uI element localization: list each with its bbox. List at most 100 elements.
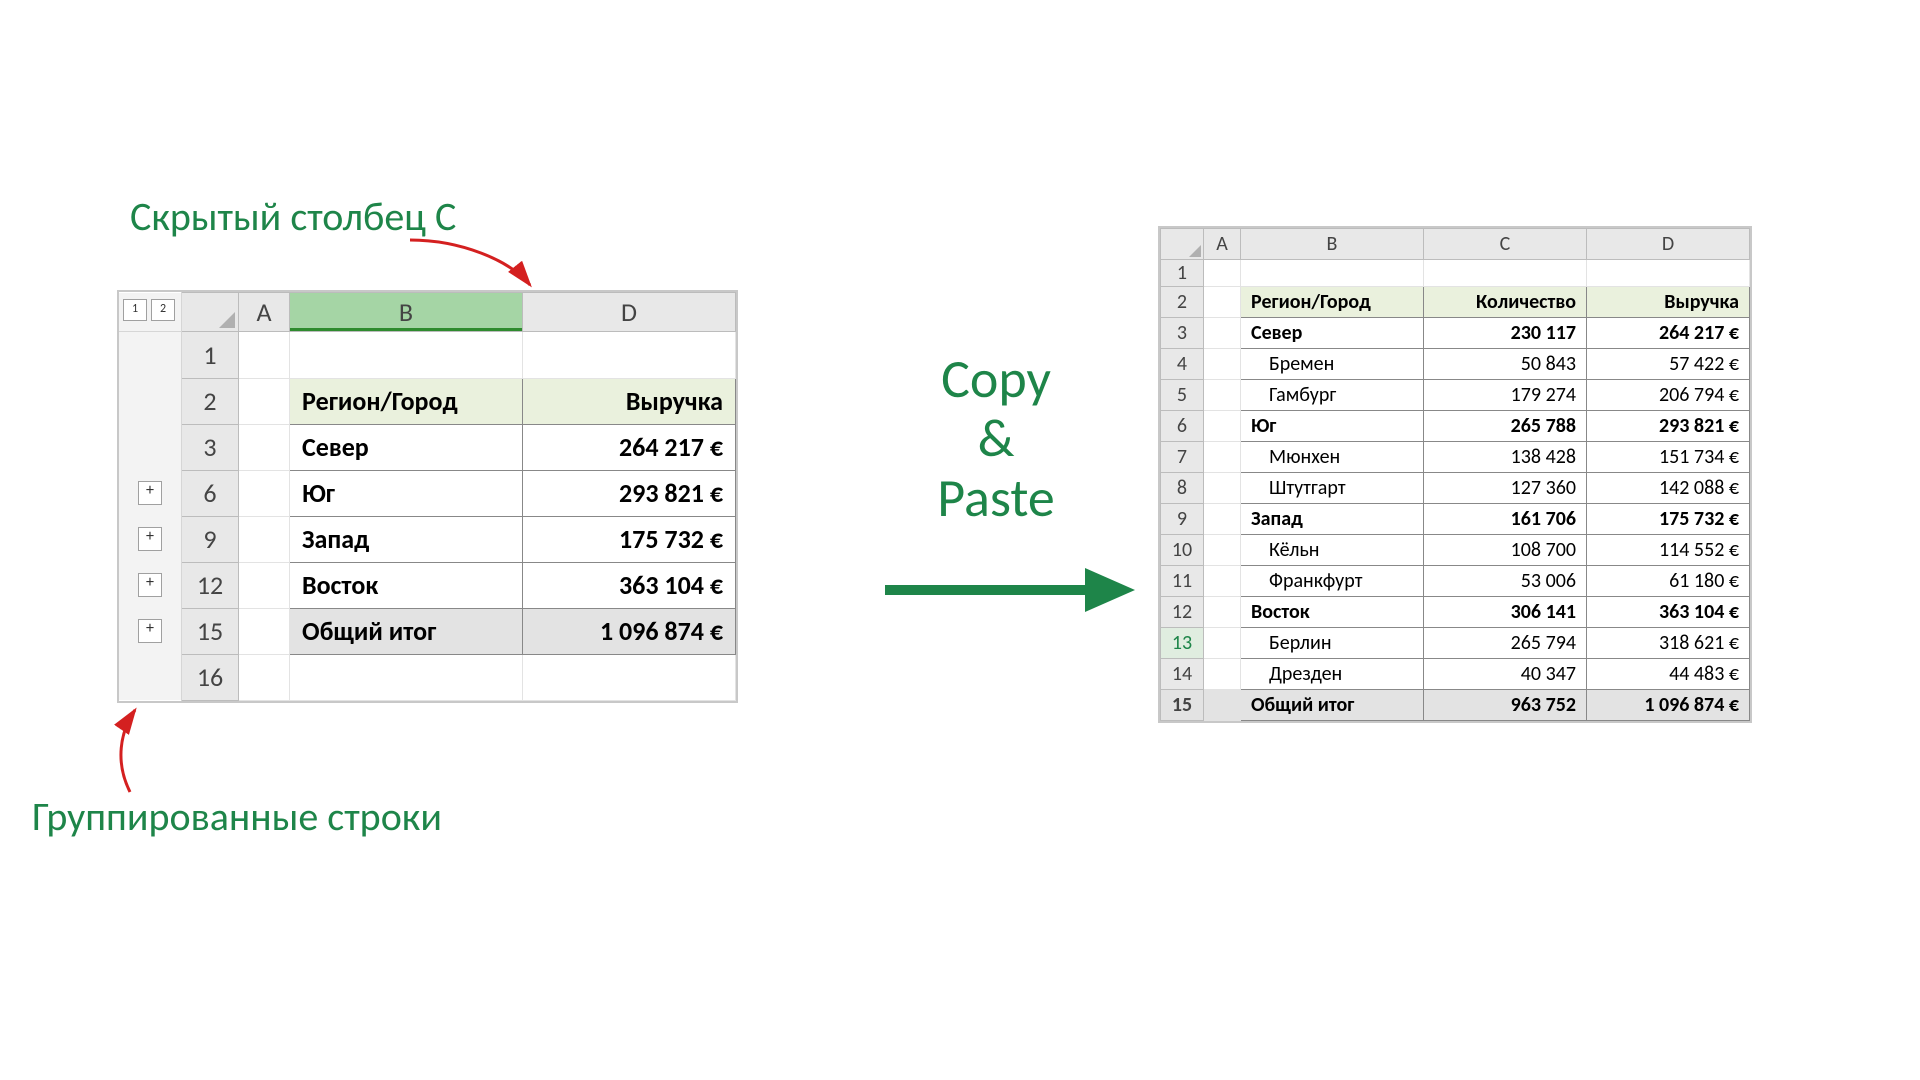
row-header[interactable]: 11 bbox=[1161, 566, 1204, 597]
cell[interactable]: 44 483 € bbox=[1587, 659, 1750, 690]
cell[interactable]: 175 732 € bbox=[523, 516, 736, 562]
cell[interactable] bbox=[239, 378, 290, 424]
cell[interactable]: 1 096 874 € bbox=[1587, 690, 1750, 721]
cell[interactable]: Франкфурт bbox=[1241, 566, 1424, 597]
cell[interactable]: 40 347 bbox=[1424, 659, 1587, 690]
row-header[interactable]: 16 bbox=[182, 654, 239, 700]
select-all-corner[interactable] bbox=[182, 293, 239, 332]
cell[interactable] bbox=[1204, 690, 1241, 721]
row-header[interactable]: 6 bbox=[1161, 411, 1204, 442]
cell[interactable] bbox=[1204, 349, 1241, 380]
cell[interactable] bbox=[239, 332, 290, 379]
cell[interactable]: Запад bbox=[290, 516, 523, 562]
cell[interactable]: Общий итог bbox=[1241, 690, 1424, 721]
cell[interactable] bbox=[239, 424, 290, 470]
cell[interactable] bbox=[1204, 318, 1241, 349]
cell[interactable]: 363 104 € bbox=[1587, 597, 1750, 628]
dest-select-all-corner[interactable] bbox=[1161, 229, 1204, 260]
cell[interactable]: 50 843 bbox=[1424, 349, 1587, 380]
cell[interactable] bbox=[1204, 535, 1241, 566]
cell[interactable] bbox=[1204, 260, 1241, 287]
cell[interactable]: Север bbox=[1241, 318, 1424, 349]
dest-col-D[interactable]: D bbox=[1587, 229, 1750, 260]
cell[interactable]: 179 274 bbox=[1424, 380, 1587, 411]
cell[interactable]: Штутгарт bbox=[1241, 473, 1424, 504]
cell[interactable] bbox=[523, 654, 736, 700]
expand-group-button[interactable]: + bbox=[138, 481, 162, 505]
row-header[interactable]: 12 bbox=[182, 562, 239, 608]
expand-group-button[interactable]: + bbox=[138, 619, 162, 643]
cell[interactable]: 230 117 bbox=[1424, 318, 1587, 349]
cell[interactable]: Мюнхен bbox=[1241, 442, 1424, 473]
cell[interactable] bbox=[1204, 659, 1241, 690]
cell[interactable]: 306 141 bbox=[1424, 597, 1587, 628]
row-header[interactable]: 1 bbox=[1161, 260, 1204, 287]
cell[interactable]: 114 552 € bbox=[1587, 535, 1750, 566]
row-header[interactable]: 1 bbox=[182, 332, 239, 379]
row-header[interactable]: 4 bbox=[1161, 349, 1204, 380]
cell[interactable] bbox=[239, 608, 290, 654]
cell[interactable]: 264 217 € bbox=[1587, 318, 1750, 349]
cell[interactable]: Север bbox=[290, 424, 523, 470]
cell[interactable]: 175 732 € bbox=[1587, 504, 1750, 535]
cell[interactable]: 161 706 bbox=[1424, 504, 1587, 535]
cell[interactable]: 57 422 € bbox=[1587, 349, 1750, 380]
cell[interactable]: 318 621 € bbox=[1587, 628, 1750, 659]
cell[interactable]: 265 788 bbox=[1424, 411, 1587, 442]
cell[interactable]: 264 217 € bbox=[523, 424, 736, 470]
cell[interactable]: 1 096 874 € bbox=[523, 608, 736, 654]
cell[interactable]: Бремен bbox=[1241, 349, 1424, 380]
cell[interactable] bbox=[1204, 473, 1241, 504]
outline-level-1-button[interactable]: 1 bbox=[123, 299, 147, 321]
row-header[interactable]: 3 bbox=[182, 424, 239, 470]
cell[interactable] bbox=[1241, 260, 1424, 287]
cell[interactable] bbox=[1204, 442, 1241, 473]
cell[interactable] bbox=[1204, 566, 1241, 597]
cell[interactable]: Берлин bbox=[1241, 628, 1424, 659]
cell[interactable]: 108 700 bbox=[1424, 535, 1587, 566]
cell[interactable]: Кёльн bbox=[1241, 535, 1424, 566]
row-header[interactable]: 10 bbox=[1161, 535, 1204, 566]
row-header[interactable]: 6 bbox=[182, 470, 239, 516]
row-header[interactable]: 12 bbox=[1161, 597, 1204, 628]
table-header-cell[interactable]: Выручка bbox=[1587, 287, 1750, 318]
row-header[interactable]: 5 bbox=[1161, 380, 1204, 411]
cell[interactable]: 127 360 bbox=[1424, 473, 1587, 504]
cell[interactable]: 61 180 € bbox=[1587, 566, 1750, 597]
cell[interactable] bbox=[1587, 260, 1750, 287]
cell[interactable] bbox=[1204, 504, 1241, 535]
row-header[interactable]: 7 bbox=[1161, 442, 1204, 473]
cell[interactable]: 151 734 € bbox=[1587, 442, 1750, 473]
cell[interactable] bbox=[1204, 287, 1241, 318]
cell[interactable]: Юг bbox=[1241, 411, 1424, 442]
cell[interactable]: 265 794 bbox=[1424, 628, 1587, 659]
cell[interactable]: 206 794 € bbox=[1587, 380, 1750, 411]
table-header-cell[interactable]: Регион/Город bbox=[1241, 287, 1424, 318]
cell[interactable] bbox=[239, 516, 290, 562]
cell[interactable] bbox=[1204, 597, 1241, 628]
dest-col-A[interactable]: A bbox=[1204, 229, 1241, 260]
row-header[interactable]: 2 bbox=[1161, 287, 1204, 318]
cell[interactable] bbox=[239, 470, 290, 516]
outline-level-2-button[interactable]: 2 bbox=[151, 299, 175, 321]
col-header-D[interactable]: D bbox=[523, 293, 736, 332]
row-header[interactable]: 14 bbox=[1161, 659, 1204, 690]
dest-col-C[interactable]: C bbox=[1424, 229, 1587, 260]
cell[interactable]: 138 428 bbox=[1424, 442, 1587, 473]
cell[interactable]: 53 006 bbox=[1424, 566, 1587, 597]
col-header-A[interactable]: A bbox=[239, 293, 290, 332]
cell[interactable]: Восток bbox=[1241, 597, 1424, 628]
dest-col-B[interactable]: B bbox=[1241, 229, 1424, 260]
cell[interactable]: Общий итог bbox=[290, 608, 523, 654]
cell[interactable]: 293 821 € bbox=[523, 470, 736, 516]
row-header[interactable]: 3 bbox=[1161, 318, 1204, 349]
col-header-B[interactable]: B bbox=[290, 293, 523, 332]
table-header-cell[interactable]: Регион/Город bbox=[290, 378, 523, 424]
cell[interactable]: 142 088 € bbox=[1587, 473, 1750, 504]
table-header-cell[interactable]: Количество bbox=[1424, 287, 1587, 318]
table-header-cell[interactable]: Выручка bbox=[523, 378, 736, 424]
row-header[interactable]: 9 bbox=[182, 516, 239, 562]
row-header[interactable]: 13 bbox=[1161, 628, 1204, 659]
expand-group-button[interactable]: + bbox=[138, 573, 162, 597]
cell[interactable] bbox=[239, 562, 290, 608]
